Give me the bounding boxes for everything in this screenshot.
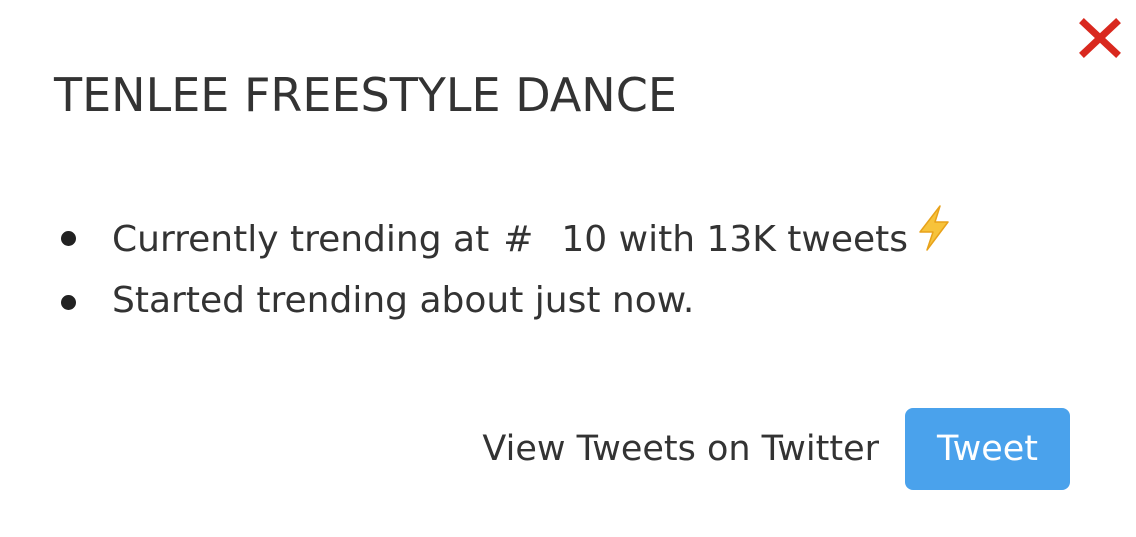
dialog-actions: View Tweets on Twitter Tweet	[482, 408, 1070, 490]
trend-dialog: TENLEE FREESTYLE DANCE Currently trendin…	[0, 0, 1136, 537]
bullet-icon	[61, 295, 76, 310]
close-button[interactable]	[1078, 18, 1122, 58]
hash-symbol: #	[503, 219, 534, 260]
bullet-icon	[61, 231, 76, 246]
close-icon	[1079, 18, 1121, 58]
view-tweets-link[interactable]: View Tweets on Twitter	[482, 429, 879, 469]
rank-prefix: Currently trending at	[112, 219, 490, 260]
trend-started-text: Started trending about just now.	[112, 280, 695, 321]
rank-suffix: 10 with 13K tweets	[561, 219, 909, 260]
lightning-bolt-icon	[914, 204, 954, 270]
trend-rank-text: Currently trending at #10 with 13K tweets	[112, 205, 954, 274]
tweet-button[interactable]: Tweet	[905, 408, 1070, 490]
trend-title: TENLEE FREESTYLE DANCE	[54, 68, 677, 122]
